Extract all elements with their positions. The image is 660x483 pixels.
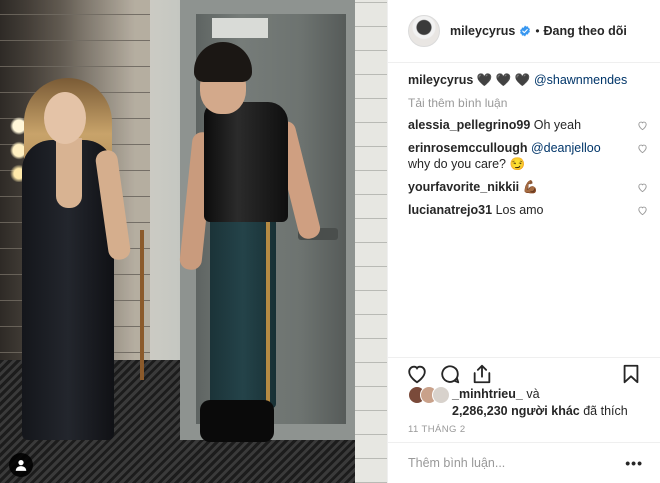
caption-mention[interactable]: @shawnmendes bbox=[534, 73, 627, 87]
heart-icon[interactable] bbox=[406, 363, 428, 385]
comment-username[interactable]: lucianatrejo31 bbox=[408, 203, 492, 217]
likes-count[interactable]: 2,286,230 người khác bbox=[452, 404, 580, 418]
photo-door-sign bbox=[212, 18, 268, 38]
comment-username[interactable]: yourfavorite_nikkii bbox=[408, 180, 519, 194]
following-button[interactable]: Đang theo dõi bbox=[544, 24, 627, 38]
avatar bbox=[432, 386, 450, 404]
comment-text: Los amo bbox=[495, 203, 544, 217]
user-tag-icon bbox=[15, 460, 27, 471]
heart-small-icon[interactable] bbox=[637, 143, 648, 154]
share-icon[interactable] bbox=[471, 363, 493, 385]
heart-small-icon[interactable] bbox=[637, 120, 648, 131]
comment-icon[interactable] bbox=[439, 363, 461, 385]
add-comment-input[interactable] bbox=[408, 456, 608, 470]
load-more-comments[interactable]: Tải thêm bình luận bbox=[408, 96, 648, 110]
comment-text: Oh yeah bbox=[533, 118, 582, 132]
post-caption: mileycyrus 🖤 🖤 🖤 @shawnmendes bbox=[408, 72, 648, 88]
verified-icon bbox=[520, 25, 531, 37]
heart-small-icon[interactable] bbox=[637, 182, 648, 193]
more-icon[interactable]: ••• bbox=[625, 455, 643, 471]
author-username[interactable]: mileycyrus bbox=[450, 24, 515, 38]
action-bar bbox=[388, 357, 660, 387]
comments-list: mileycyrus 🖤 🖤 🖤 @shawnmendes Tải thêm b… bbox=[408, 72, 648, 218]
bookmark-icon[interactable] bbox=[620, 363, 642, 385]
likes-summary: _minhtrieu_ và 2,286,230 người khác đã t… bbox=[408, 386, 628, 420]
photo-person1-neck bbox=[56, 138, 82, 208]
photo-person1-face bbox=[44, 92, 86, 144]
post-sidebar: mileycyrus • Đang theo dõi mileycyrus 🖤 … bbox=[387, 0, 660, 483]
post-date[interactable]: 11 THÁNG 2 bbox=[408, 424, 466, 435]
author-avatar[interactable] bbox=[408, 15, 440, 47]
likes-suffix: đã thích bbox=[583, 404, 628, 418]
comment-text: 💪🏾 bbox=[522, 180, 539, 194]
photo-brick-wall bbox=[355, 0, 387, 483]
photo-person2-shoes bbox=[200, 400, 274, 442]
user-tag-button[interactable] bbox=[9, 453, 33, 477]
photo-person2-stripe bbox=[266, 222, 270, 406]
post-photo[interactable] bbox=[0, 0, 387, 483]
add-comment-bar: ••• bbox=[388, 442, 660, 483]
comment-item: lucianatrejo31 Los amo bbox=[408, 202, 648, 218]
first-liker[interactable]: _minhtrieu_ bbox=[452, 387, 523, 401]
likes-text: _minhtrieu_ và 2,286,230 người khác đã t… bbox=[452, 386, 628, 420]
comment-username[interactable]: alessia_pellegrino99 bbox=[408, 118, 530, 132]
header-separator: • bbox=[535, 24, 540, 38]
caption-hearts: 🖤 🖤 🖤 bbox=[476, 73, 531, 87]
comment-item: erinrosemccullough @deanjelloo why do yo… bbox=[408, 140, 648, 172]
comment-item: yourfavorite_nikkii 💪🏾 bbox=[408, 179, 648, 195]
photo-person2-shirt bbox=[204, 102, 288, 222]
comment-text: why do you care? 😏 bbox=[408, 157, 526, 171]
post-header: mileycyrus • Đang theo dõi bbox=[388, 0, 660, 63]
comment-mention[interactable]: @deanjelloo bbox=[531, 141, 601, 155]
caption-username[interactable]: mileycyrus bbox=[408, 73, 473, 87]
heart-small-icon[interactable] bbox=[637, 205, 648, 216]
liker-avatars[interactable] bbox=[408, 386, 450, 404]
comment-username[interactable]: erinrosemccullough bbox=[408, 141, 527, 155]
likes-conj: và bbox=[526, 387, 540, 401]
comment-item: alessia_pellegrino99 Oh yeah bbox=[408, 117, 648, 133]
